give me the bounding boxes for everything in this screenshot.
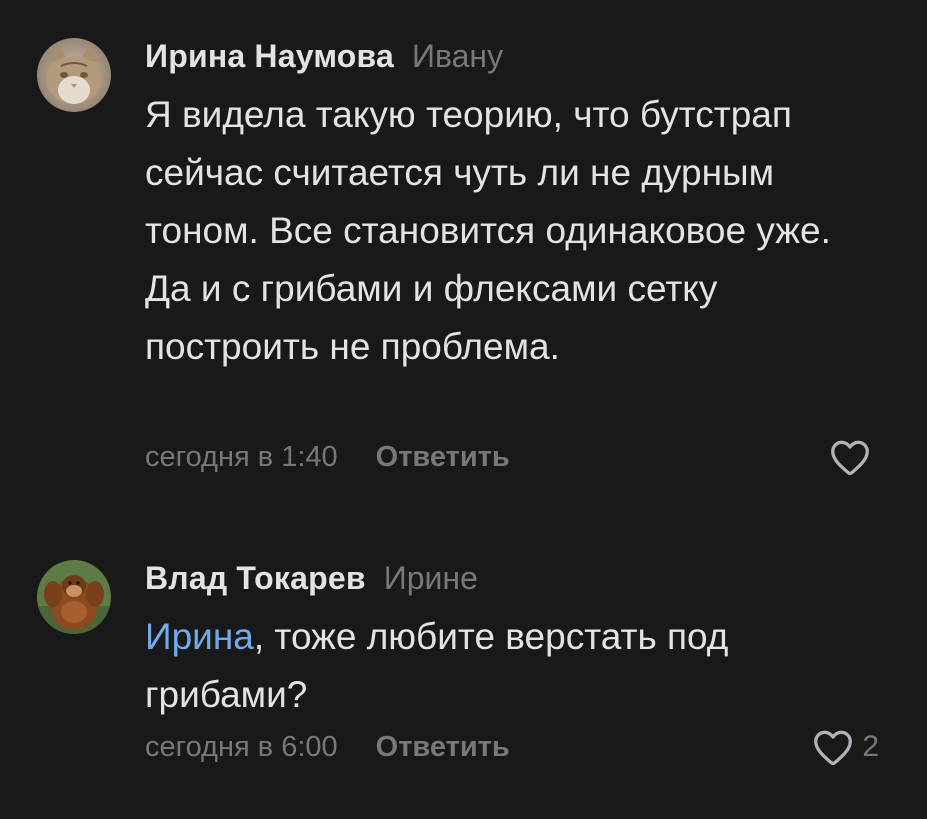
comment-header: Влад Токарев Ирине (145, 560, 879, 600)
reply-to-name[interactable]: Ирине (384, 560, 478, 597)
comment-header: Ирина Наумова Ивану (145, 38, 879, 78)
comment-time[interactable]: сегодня в 6:00 (145, 731, 338, 764)
reply-to-name[interactable]: Ивану (412, 38, 503, 75)
heart-outline-icon (831, 440, 869, 476)
avatar[interactable] (37, 560, 111, 634)
comment-footer: сегодня в 1:40 Ответить (145, 436, 879, 478)
reply-button[interactable]: Ответить (376, 731, 510, 764)
heart-outline-icon (814, 730, 853, 766)
author-name[interactable]: Ирина Наумова (145, 38, 394, 75)
author-name[interactable]: Влад Токарев (145, 560, 366, 597)
comment-footer: сегодня в 6:00 Ответить 2 (145, 726, 879, 768)
comment-text: Ирина, тоже любите верстать под грибами? (145, 608, 879, 724)
like-button[interactable]: 2 (812, 726, 879, 768)
avatar[interactable] (37, 38, 111, 112)
like-count: 2 (862, 730, 879, 763)
mention-link[interactable]: Ирина (145, 616, 254, 657)
comment-time[interactable]: сегодня в 1:40 (145, 441, 338, 474)
reply-button[interactable]: Ответить (376, 441, 510, 474)
like-button[interactable] (829, 436, 879, 478)
comment-text: Я видела такую теорию, что бутстрап сейч… (145, 94, 831, 367)
cat-avatar-icon (37, 38, 111, 112)
orangutan-avatar-icon (37, 560, 111, 634)
